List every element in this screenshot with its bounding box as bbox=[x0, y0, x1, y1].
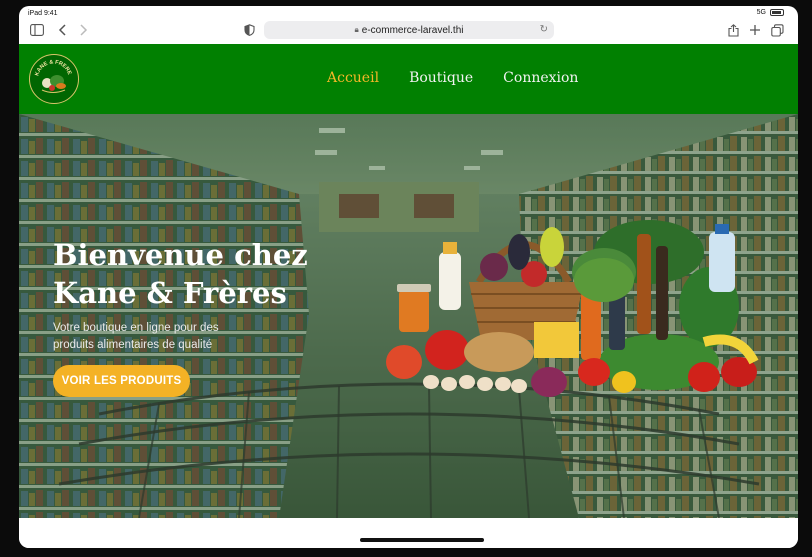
page-footer-area bbox=[19, 518, 798, 548]
device-frame: iPad 9:41 5G 🔒︎ e-commerce-laravel.thi ↻… bbox=[0, 0, 812, 557]
plus-icon[interactable] bbox=[747, 22, 763, 38]
main-nav: Accueil Boutique Connexion bbox=[327, 70, 578, 86]
status-time: iPad 9:41 bbox=[28, 10, 58, 17]
chevron-right-icon[interactable] bbox=[75, 22, 91, 38]
site-navbar: KANE & FRERE Accueil Boutique Connexion bbox=[19, 44, 798, 114]
privacy-shield-icon[interactable] bbox=[241, 22, 257, 38]
nav-link-accueil[interactable]: Accueil bbox=[327, 70, 379, 86]
view-products-button[interactable]: VOIR LES PRODUITS bbox=[53, 365, 190, 397]
status-indicators: 5G bbox=[757, 9, 784, 16]
home-indicator[interactable] bbox=[360, 538, 484, 542]
hero-title-line1: Bienvenue chez bbox=[53, 238, 308, 272]
url-text: e-commerce-laravel.thi bbox=[361, 24, 464, 36]
chevron-left-icon[interactable] bbox=[55, 22, 71, 38]
battery-icon bbox=[770, 9, 784, 16]
hero-section: Bienvenue chez Kane & Frères Votre bouti… bbox=[19, 114, 798, 518]
sidebar-icon[interactable] bbox=[29, 22, 45, 38]
lock-icon: 🔒︎ bbox=[354, 25, 359, 34]
tabs-icon[interactable] bbox=[769, 22, 785, 38]
screen: iPad 9:41 5G 🔒︎ e-commerce-laravel.thi ↻… bbox=[19, 6, 798, 548]
hero-title-line2: Kane & Frères bbox=[53, 276, 287, 310]
nav-link-boutique[interactable]: Boutique bbox=[409, 70, 473, 86]
hero-subtitle: Votre boutique en ligne pour des produit… bbox=[53, 322, 219, 351]
reload-icon[interactable]: ↻ bbox=[540, 24, 548, 35]
brand-logo[interactable]: KANE & FRERE bbox=[29, 54, 79, 104]
share-icon[interactable] bbox=[725, 22, 741, 38]
grocery-basket-image bbox=[386, 220, 759, 397]
logo-text: KANE & FRERE bbox=[34, 59, 72, 76]
signal-label: 5G bbox=[756, 9, 766, 16]
browser-toolbar: 🔒︎ e-commerce-laravel.thi ↻ bbox=[19, 18, 798, 44]
svg-text:KANE & FRERE: KANE & FRERE bbox=[34, 59, 72, 76]
nav-link-connexion[interactable]: Connexion bbox=[503, 70, 578, 86]
address-bar[interactable]: 🔒︎ e-commerce-laravel.thi ↻ bbox=[264, 21, 554, 39]
hero-title: Bienvenue chez Kane & Frères bbox=[53, 236, 353, 312]
